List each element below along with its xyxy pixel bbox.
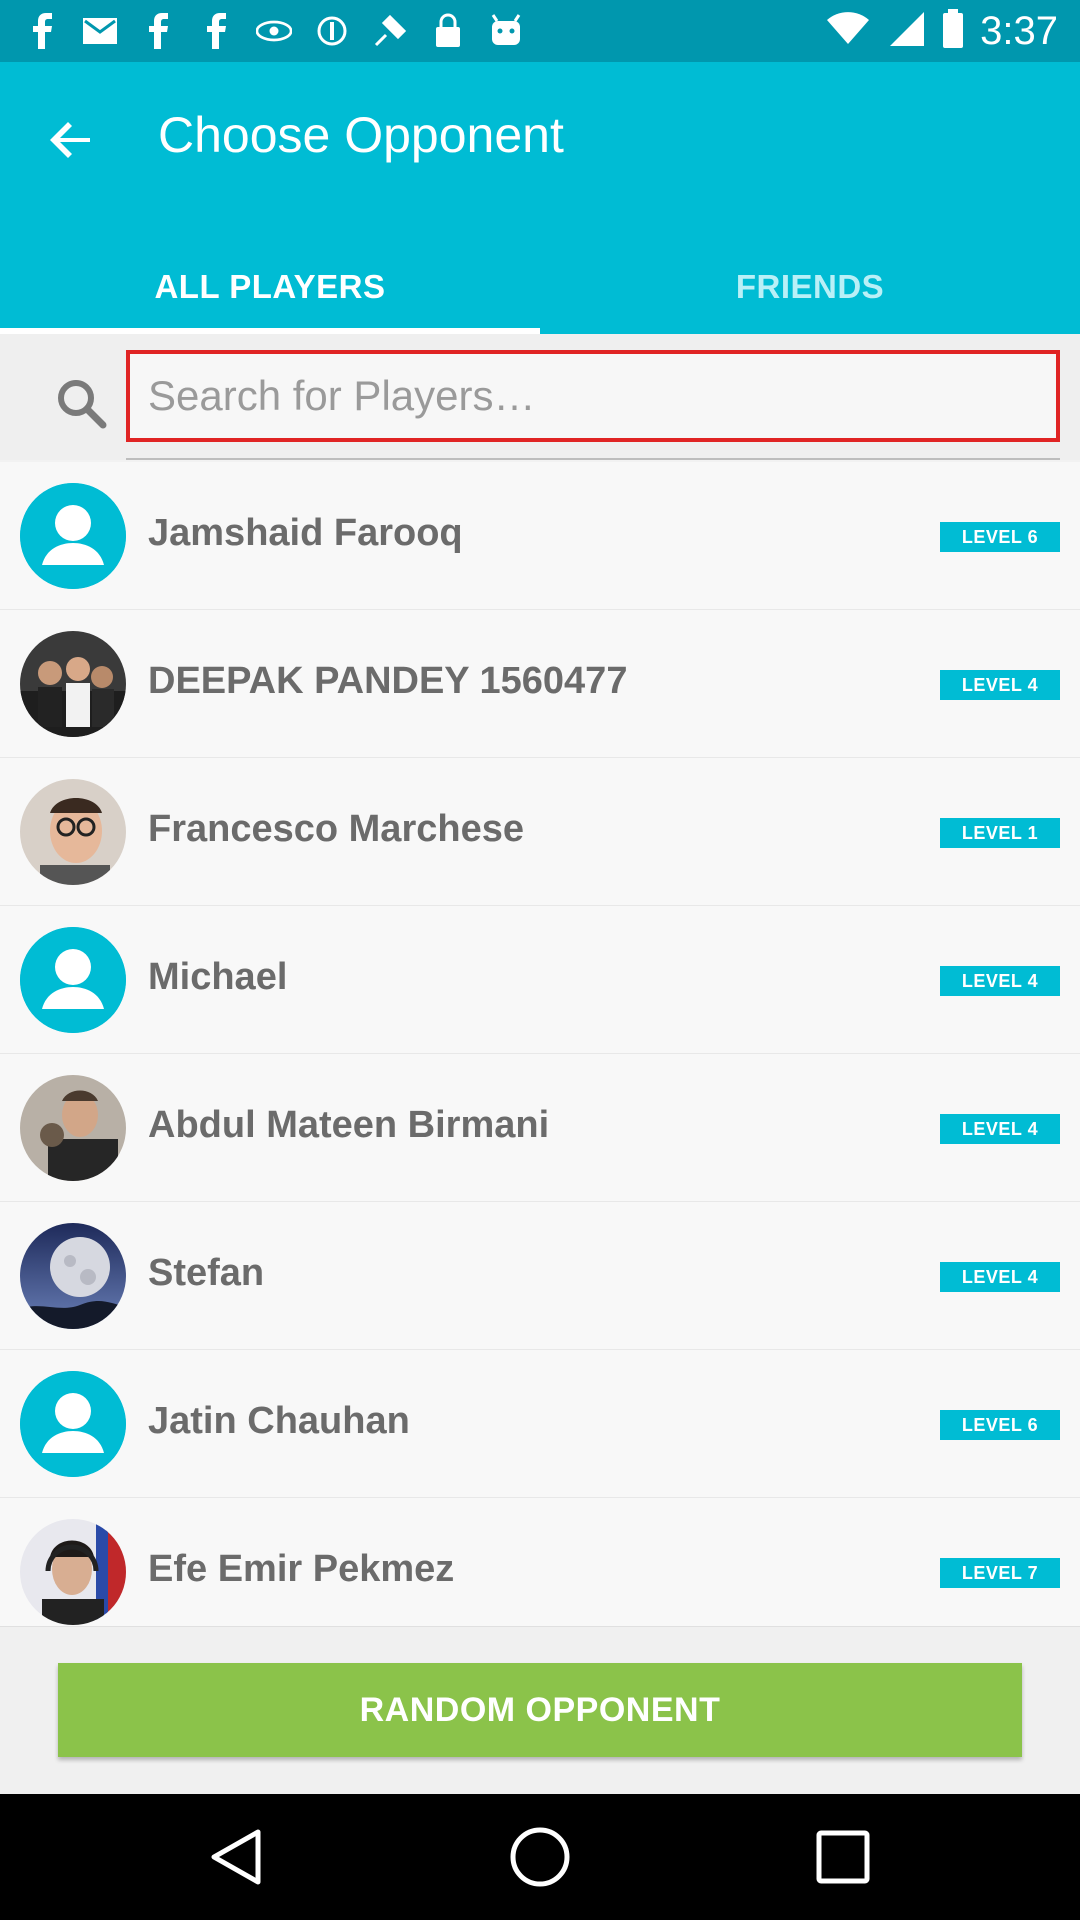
list-item[interactable]: Francesco Marchese LEVEL 1 bbox=[0, 758, 1080, 906]
player-name: Efe Emir Pekmez bbox=[148, 1548, 455, 1590]
selfie-photo bbox=[20, 779, 126, 885]
tab-bar: ALL PLAYERS FRIENDS bbox=[0, 240, 1080, 334]
wifi-icon bbox=[826, 11, 870, 51]
player-list: Jamshaid Farooq LEVEL 6 DEEPAK PANDEY 15… bbox=[0, 462, 1080, 1626]
search-input[interactable] bbox=[148, 372, 1056, 420]
back-nav-button[interactable] bbox=[204, 1824, 270, 1890]
level-badge: LEVEL 4 bbox=[940, 670, 1060, 700]
level-badge: LEVEL 4 bbox=[940, 1262, 1060, 1292]
default-avatar bbox=[20, 927, 126, 1033]
battery-icon bbox=[942, 8, 964, 54]
square-recents-icon bbox=[816, 1830, 870, 1884]
circle-home-icon bbox=[510, 1827, 570, 1887]
level-badge: LEVEL 6 bbox=[940, 522, 1060, 552]
player-name: Jatin Chauhan bbox=[148, 1400, 410, 1442]
facebook-icon bbox=[24, 13, 60, 49]
lock-icon bbox=[430, 13, 466, 49]
random-opponent-button[interactable]: RANDOM OPPONENT bbox=[58, 1663, 1022, 1757]
level-badge: LEVEL 4 bbox=[940, 966, 1060, 996]
app-bar: Choose Opponent ALL PLAYERS FRIENDS bbox=[0, 62, 1080, 334]
eye-icon bbox=[256, 13, 292, 49]
triangle-back-icon bbox=[211, 1829, 261, 1885]
navigation-bar bbox=[0, 1794, 1080, 1920]
page-title: Choose Opponent bbox=[158, 107, 564, 163]
mail-icon bbox=[82, 13, 118, 49]
list-item[interactable]: Jamshaid Farooq LEVEL 6 bbox=[0, 462, 1080, 610]
home-nav-button[interactable] bbox=[507, 1824, 573, 1890]
search-icon bbox=[54, 376, 110, 432]
facebook-icon bbox=[198, 13, 234, 49]
android-icon bbox=[488, 13, 524, 49]
list-item[interactable]: DEEPAK PANDEY 1560477 LEVEL 4 bbox=[0, 610, 1080, 758]
player-name: Stefan bbox=[148, 1252, 265, 1294]
clock: 3:37 bbox=[980, 8, 1058, 53]
list-item[interactable]: Stefan LEVEL 4 bbox=[0, 1202, 1080, 1350]
satellite-icon bbox=[372, 13, 408, 49]
bottom-bar: RANDOM OPPONENT bbox=[0, 1626, 1080, 1794]
list-item[interactable]: Efe Emir Pekmez LEVEL 7 bbox=[0, 1498, 1080, 1626]
default-avatar bbox=[20, 483, 126, 589]
tab-friends[interactable]: FRIENDS bbox=[540, 240, 1080, 334]
search-field[interactable] bbox=[126, 350, 1060, 442]
moon-photo bbox=[20, 1223, 126, 1329]
tab-label: ALL PLAYERS bbox=[154, 268, 386, 305]
sync-icon bbox=[314, 13, 350, 49]
search-bar bbox=[0, 334, 1080, 460]
level-badge: LEVEL 7 bbox=[940, 1558, 1060, 1588]
player-name: Michael bbox=[148, 956, 288, 998]
tab-all-players[interactable]: ALL PLAYERS bbox=[0, 240, 540, 334]
back-button[interactable] bbox=[40, 108, 104, 172]
player-name: Abdul Mateen Birmani bbox=[148, 1104, 550, 1146]
group-photo bbox=[20, 631, 126, 737]
list-item[interactable]: Abdul Mateen Birmani LEVEL 4 bbox=[0, 1054, 1080, 1202]
player-name: Francesco Marchese bbox=[148, 808, 524, 850]
arrow-back-icon bbox=[50, 122, 90, 158]
player-name: Jamshaid Farooq bbox=[148, 512, 463, 554]
level-badge: LEVEL 4 bbox=[940, 1114, 1060, 1144]
portrait-photo bbox=[20, 1075, 126, 1181]
level-badge: LEVEL 1 bbox=[940, 818, 1060, 848]
signal-icon bbox=[886, 10, 926, 53]
headphones-photo bbox=[20, 1519, 126, 1625]
system-status: 3:37 bbox=[826, 8, 1058, 54]
player-name: DEEPAK PANDEY 1560477 bbox=[148, 660, 628, 702]
list-item[interactable]: Jatin Chauhan LEVEL 6 bbox=[0, 1350, 1080, 1498]
tab-label: FRIENDS bbox=[735, 268, 885, 305]
search-underline bbox=[126, 458, 1060, 460]
default-avatar bbox=[20, 1371, 126, 1477]
status-bar: 3:37 bbox=[0, 0, 1080, 62]
recents-nav-button[interactable] bbox=[810, 1824, 876, 1890]
facebook-icon bbox=[140, 13, 176, 49]
level-badge: LEVEL 6 bbox=[940, 1410, 1060, 1440]
list-item[interactable]: Michael LEVEL 4 bbox=[0, 906, 1080, 1054]
notification-icons bbox=[24, 10, 524, 52]
